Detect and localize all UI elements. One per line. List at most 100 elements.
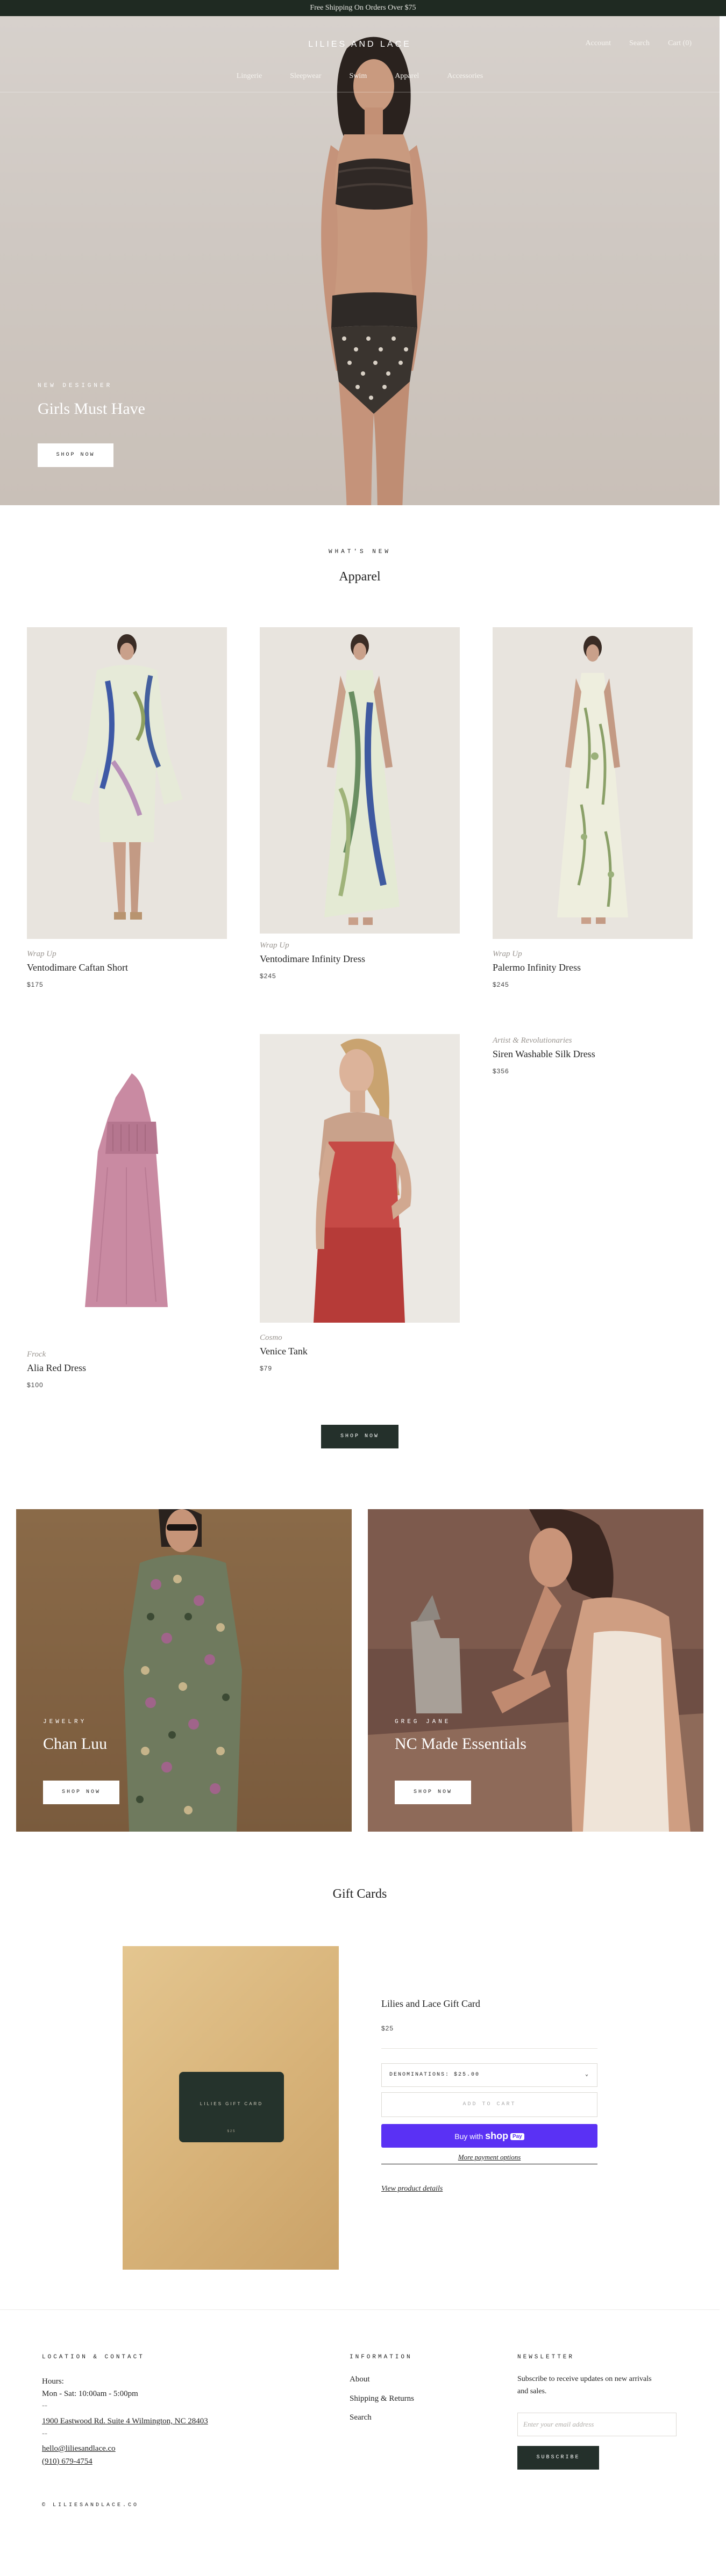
product-image[interactable]: [260, 627, 460, 934]
infinity-dress-image: [260, 627, 460, 934]
product-card[interactable]: Wrap Up Ventodimare Caftan Short $175: [27, 627, 227, 988]
product-brand: Wrap Up: [493, 950, 522, 958]
product-price: $79: [260, 1365, 273, 1372]
product-card[interactable]: Wrap Up Ventodimare Infinity Dress $245: [260, 627, 460, 980]
more-payment-options-link[interactable]: More payment options: [381, 2153, 597, 2162]
denomination-select[interactable]: DENOMINATIONS: $25.00 ⌄: [381, 2063, 597, 2087]
newsletter-text: and sales.: [517, 2387, 547, 2395]
collection-banner-chan-luu[interactable]: JEWELRY Chan Luu SHOP NOW: [16, 1509, 352, 1832]
copyright: © LILIESANDLACE.CO: [42, 2502, 139, 2508]
gift-divider: [381, 2048, 597, 2049]
hero-shop-now-button[interactable]: SHOP NOW: [38, 443, 113, 467]
apparel-shop-now-button[interactable]: SHOP NOW: [321, 1425, 398, 1448]
utility-nav: Account Search Cart (0): [586, 39, 692, 48]
nav-item-apparel[interactable]: Apparel: [395, 72, 419, 81]
subscribe-button[interactable]: SUBSCRIBE: [517, 2446, 599, 2470]
gift-card-graphic: LILIES GIFT CARD $25: [179, 2072, 284, 2142]
collection-title: NC Made Essentials: [395, 1735, 526, 1753]
product-price: $245: [260, 972, 276, 980]
footer-information-heading: INFORMATION: [350, 2354, 412, 2360]
collection-eyebrow: JEWELRY: [43, 1719, 87, 1725]
gift-card-image[interactable]: LILIES GIFT CARD $25: [123, 1946, 339, 2270]
add-to-cart-button[interactable]: ADD TO CART: [381, 2092, 597, 2117]
product-card[interactable]: Wrap Up Palermo Infinity Dress $245: [493, 627, 693, 988]
footer-link-shipping[interactable]: Shipping & Returns: [350, 2394, 414, 2403]
hero-eyebrow: NEW DESIGNER: [38, 383, 113, 389]
product-card[interactable]: Artist & Revolutionaries Siren Washable …: [493, 1034, 693, 1075]
gift-card-info: Lilies and Lace Gift Card $25 DENOMINATI…: [381, 1998, 597, 2193]
hero-model-image: [321, 37, 428, 505]
gift-cards-title: Gift Cards: [332, 1887, 387, 1901]
whats-new-title: Apparel: [339, 570, 381, 584]
product-image[interactable]: [27, 1028, 227, 1339]
product-price: $100: [27, 1381, 44, 1389]
shop-pay-button[interactable]: Buy with shop Pay: [381, 2124, 597, 2148]
product-price: $175: [27, 981, 44, 988]
product-name[interactable]: Ventodimare Caftan Short: [27, 962, 227, 973]
product-brand: Wrap Up: [260, 941, 289, 950]
search-link[interactable]: Search: [629, 39, 650, 48]
caftan-dress-image: [27, 627, 227, 939]
phone-link[interactable]: (910) 679-4754: [42, 2457, 92, 2466]
footer-link-about[interactable]: About: [350, 2375, 370, 2384]
nav-item-swim[interactable]: Swim: [350, 72, 367, 81]
cart-link[interactable]: Cart (0): [668, 39, 692, 48]
buy-with-label: Buy with: [454, 2132, 483, 2141]
view-product-details-link[interactable]: View product details: [381, 2185, 597, 2193]
newsletter-email-input[interactable]: Enter your email address: [517, 2413, 677, 2436]
product-image[interactable]: [27, 627, 227, 939]
product-name[interactable]: Palermo Infinity Dress: [493, 962, 693, 973]
nc-made-shop-now-button[interactable]: SHOP NOW: [395, 1781, 471, 1804]
shop-logo: shop: [485, 2130, 509, 2141]
nav-item-accessories[interactable]: Accessories: [447, 72, 483, 81]
product-brand: Artist & Revolutionaries: [493, 1036, 572, 1045]
hours-label: Hours:: [42, 2377, 64, 2386]
footer-location-heading: LOCATION & CONTACT: [42, 2354, 145, 2360]
product-card[interactable]: Cosmo Venice Tank $79: [260, 1034, 460, 1372]
page: Free Shipping On Orders Over $75 LILIES …: [0, 0, 726, 2576]
collection-banner-nc-made[interactable]: GREG JANE NC Made Essentials SHOP NOW: [368, 1509, 703, 1832]
footer-divider: [0, 2309, 720, 2310]
gift-card-value: $25: [227, 2130, 236, 2133]
whats-new-eyebrow: WHAT'S NEW: [328, 549, 391, 555]
gift-card-price: $25: [381, 2025, 394, 2032]
pay-badge: Pay: [510, 2133, 524, 2140]
newsletter-text: Subscribe to receive updates on new arri…: [517, 2375, 652, 2383]
product-image[interactable]: [493, 627, 693, 939]
product-name[interactable]: Ventodimare Infinity Dress: [260, 953, 460, 965]
hero-banner[interactable]: LILIES AND LACE Account Search Cart (0) …: [0, 16, 720, 505]
product-brand: Wrap Up: [27, 950, 56, 958]
collection-title: Chan Luu: [43, 1735, 108, 1753]
nav-item-sleepwear[interactable]: Sleepwear: [290, 72, 321, 81]
separator: --: [42, 2401, 47, 2410]
gift-card-text: LILIES GIFT CARD: [200, 2101, 264, 2106]
email-link[interactable]: hello@liliesandlace.co: [42, 2444, 116, 2453]
account-link[interactable]: Account: [586, 39, 611, 48]
collection-eyebrow: GREG JANE: [395, 1719, 451, 1725]
separator: --: [42, 2429, 47, 2438]
address-link[interactable]: 1900 Eastwood Rd. Suite 4 Wilmington, NC…: [42, 2417, 208, 2426]
alia-red-dress-image: [27, 1028, 227, 1339]
product-price: $356: [493, 1067, 509, 1075]
product-brand: Frock: [27, 1350, 46, 1359]
gift-card-name: Lilies and Lace Gift Card: [381, 1998, 480, 2009]
main-nav: Lingerie Sleepwear Swim Apparel Accessor…: [0, 72, 720, 81]
denomination-value: DENOMINATIONS: $25.00: [389, 2072, 480, 2078]
product-price: $245: [493, 981, 509, 988]
product-brand: Cosmo: [260, 1333, 282, 1342]
footer-newsletter-heading: NEWSLETTER: [517, 2354, 575, 2360]
chevron-down-icon: ⌄: [585, 2072, 589, 2078]
product-name[interactable]: Siren Washable Silk Dress: [493, 1049, 693, 1060]
hero-title: Girls Must Have: [38, 400, 145, 418]
footer-link-search[interactable]: Search: [350, 2413, 372, 2422]
palermo-dress-image: [493, 627, 693, 939]
announcement-bar: Free Shipping On Orders Over $75: [0, 0, 726, 16]
product-name[interactable]: Alia Red Dress: [27, 1362, 227, 1374]
product-image[interactable]: [260, 1034, 460, 1323]
venice-tank-image: [260, 1034, 460, 1323]
product-card[interactable]: Frock Alia Red Dress $100: [27, 1028, 227, 1389]
nav-item-lingerie[interactable]: Lingerie: [237, 72, 262, 81]
chan-luu-shop-now-button[interactable]: SHOP NOW: [43, 1781, 119, 1804]
hours-text: Mon - Sat: 10:00am - 5:00pm: [42, 2390, 138, 2398]
product-name[interactable]: Venice Tank: [260, 1346, 460, 1357]
